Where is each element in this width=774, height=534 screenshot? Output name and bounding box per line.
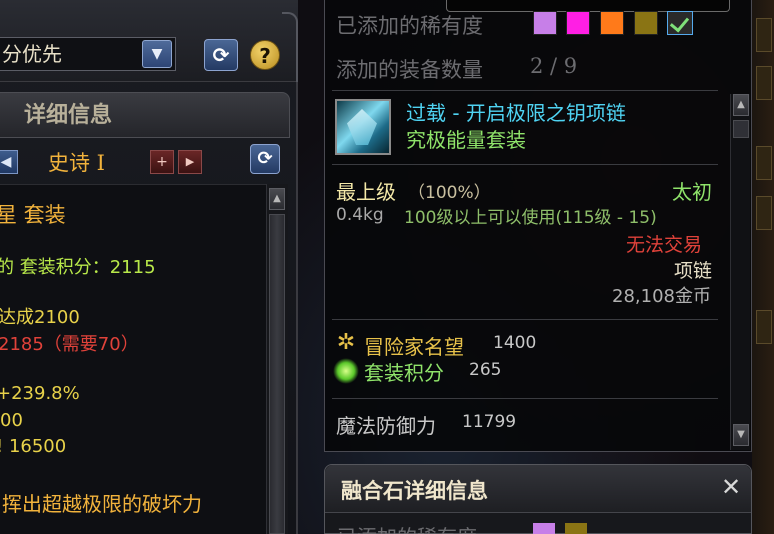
item-level-req: 100级以上可以使用(115级 - 15) (404, 208, 657, 228)
achieved-line: 达成2100 (0, 307, 80, 328)
refresh-button[interactable]: ⟳ (204, 39, 238, 71)
divider (332, 90, 718, 91)
rarity-swatch-orange[interactable] (600, 11, 624, 35)
scroll-up-arrow-icon[interactable]: ▲ (269, 188, 285, 210)
fusion-stone-header: 融合石详细信息 ✕ (325, 465, 751, 513)
grade-next-button[interactable]: ▶ (178, 150, 202, 174)
panel-corner-frame (282, 12, 298, 82)
equip-count-label: 添加的装备数量 (336, 58, 483, 82)
right-side-strip (752, 0, 774, 534)
necklace-item-icon[interactable] (335, 99, 391, 155)
set-title: 星 套装 (0, 203, 66, 227)
grade-selector: ◀ 史诗 Ⅰ + ▶ ⟳ (0, 144, 290, 180)
fame-value: 1400 (493, 333, 537, 353)
item-set-name: 究极能量套装 (406, 128, 526, 152)
item-scrollbar[interactable]: ▲ ▼ (730, 94, 750, 450)
magic-defense-label: 魔法防御力 (336, 414, 436, 438)
value-line-16500: ! 16500 (0, 436, 67, 457)
side-tab[interactable] (756, 146, 772, 180)
side-tab[interactable] (756, 66, 772, 100)
item-grade: 最上级 (336, 180, 396, 204)
magic-defense-value: 11799 (462, 412, 517, 432)
set-effect-line: 挥出超越极限的破坏力 (2, 492, 202, 516)
fusion-stone-title: 融合石详细信息 (341, 478, 488, 503)
set-detail-panel: 分优先 ▼ ⟳ ? 详细信息 ◀ 史诗 Ⅰ + ▶ ⟳ 星 套装 的 套装积分：… (0, 0, 298, 534)
adventurer-fame-icon: ✲ (336, 330, 356, 355)
fusion-rarity-swatch-purple[interactable] (533, 523, 555, 534)
grade-plus-button[interactable]: + (150, 150, 174, 174)
rarity-label: 已添加的稀有度 (336, 14, 483, 38)
item-grade-tag: 太初 (672, 180, 712, 204)
percent-line: +239.8% (0, 383, 80, 404)
side-tab[interactable] (756, 196, 772, 230)
help-button[interactable]: ? (250, 40, 280, 70)
scroll-thumb[interactable] (269, 214, 285, 534)
set-points-line: 的 套装积分：2115 (0, 257, 156, 278)
set-points-icon (333, 358, 359, 384)
chevron-down-icon[interactable]: ▼ (142, 40, 172, 68)
scroll-up-arrow-icon[interactable]: ▲ (733, 94, 749, 116)
item-weight: 0.4kg (336, 205, 384, 225)
set-points-value: 265 (469, 360, 502, 380)
grade-prev-button[interactable]: ◀ (0, 150, 18, 174)
set-points-label: 套装积分 (364, 361, 444, 385)
item-price: 28,108金币 (612, 286, 711, 307)
grade-refresh-button[interactable]: ⟳ (250, 144, 280, 174)
fusion-rarity-swatch-gold[interactable] (565, 523, 587, 534)
fusion-stone-panel: 融合石详细信息 ✕ 已添加的稀有度 (324, 464, 752, 534)
rarity-swatch-gold[interactable] (634, 11, 658, 35)
left-scrollbar[interactable]: ▲ (266, 184, 288, 534)
item-grade-percent: （100%） (408, 183, 491, 203)
side-tab[interactable] (756, 310, 772, 344)
item-trade-status: 无法交易 (626, 234, 703, 256)
scroll-thumb[interactable] (733, 120, 749, 138)
detail-info-header: 详细信息 (0, 92, 290, 138)
rarity-checkbox[interactable] (667, 11, 693, 35)
close-icon[interactable]: ✕ (719, 473, 743, 501)
item-slot: 项链 (674, 260, 713, 282)
item-name: 过载 - 开启极限之钥项链 (406, 101, 626, 125)
divider (332, 398, 718, 399)
side-tab[interactable] (756, 18, 772, 52)
set-detail-content: 星 套装 的 套装积分：2115 达成2100 2185（需要70） +239.… (0, 184, 266, 534)
equip-count-value: 2 / 9 (530, 54, 578, 78)
divider (332, 319, 718, 320)
divider (332, 164, 718, 165)
rarity-swatch-purple[interactable] (533, 11, 557, 35)
fusion-rarity-label: 已添加的稀有度 (337, 521, 477, 534)
fame-label: 冒险家名望 (364, 335, 464, 359)
grade-label: 史诗 Ⅰ (48, 151, 105, 175)
need-line: 2185（需要70） (0, 334, 139, 355)
value-line-00: 00 (0, 410, 23, 431)
scroll-down-arrow-icon[interactable]: ▼ (733, 424, 749, 446)
rarity-swatch-pink[interactable] (566, 11, 590, 35)
